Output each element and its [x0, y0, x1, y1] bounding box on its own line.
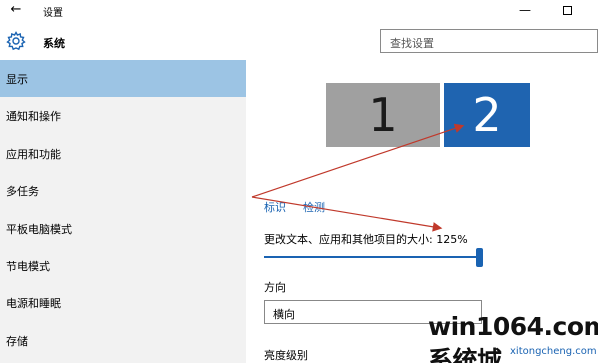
scale-slider-thumb[interactable] [476, 248, 483, 267]
page-title: 系统 [43, 37, 65, 50]
sidebar: 显示 通知和操作 应用和功能 多任务 平板电脑模式 节电模式 电源和睡眠 存储 [0, 60, 246, 363]
brightness-label: 亮度级别 [264, 349, 308, 362]
sidebar-item-storage[interactable]: 存储 [0, 322, 246, 359]
title-bar: ← 设置 — [0, 0, 598, 22]
app-header: 系统 查找设置 [0, 22, 598, 60]
sidebar-item-label: 应用和功能 [6, 148, 61, 161]
orientation-label: 方向 [264, 281, 286, 294]
sidebar-item-label: 存储 [6, 335, 28, 348]
scale-slider-track[interactable] [264, 256, 482, 258]
maximize-button[interactable] [550, 0, 584, 22]
scale-label: 更改文本、应用和其他项目的大小: 125% [264, 233, 468, 246]
sidebar-item-label: 节电模式 [6, 260, 50, 273]
sidebar-item-notifications[interactable]: 通知和操作 [0, 97, 246, 134]
orientation-value: 横向 [273, 308, 295, 321]
sidebar-item-label: 显示 [6, 73, 28, 86]
sidebar-item-battery-saver[interactable]: 节电模式 [0, 247, 246, 284]
sidebar-item-power-sleep[interactable]: 电源和睡眠 [0, 284, 246, 321]
gear-icon [6, 31, 26, 51]
sidebar-item-label: 通知和操作 [6, 110, 61, 123]
minimize-button[interactable]: — [508, 0, 542, 22]
window-title: 设置 [43, 8, 63, 19]
sidebar-item-label: 电源和睡眠 [6, 297, 61, 310]
sidebar-item-label: 平板电脑模式 [6, 223, 72, 236]
sidebar-item-display[interactable]: 显示 [0, 60, 246, 97]
search-input[interactable]: 查找设置 [380, 29, 598, 53]
monitor-2-tile[interactable]: 2 [444, 83, 530, 147]
identify-link[interactable]: 标识 [264, 199, 286, 215]
detect-link[interactable]: 检测 [303, 199, 325, 215]
watermark: win1064.com 系统城 xitongcheng.com [428, 312, 598, 363]
watermark-sub: xitongcheng.com [510, 346, 597, 357]
sidebar-item-apps[interactable]: 应用和功能 [0, 135, 246, 172]
back-button[interactable]: ← [8, 2, 24, 18]
sidebar-item-tablet-mode[interactable]: 平板电脑模式 [0, 210, 246, 247]
maximize-icon [562, 6, 572, 15]
search-placeholder: 查找设置 [390, 37, 434, 50]
sidebar-item-multitasking[interactable]: 多任务 [0, 172, 246, 209]
monitor-1-tile[interactable]: 1 [326, 83, 440, 147]
sidebar-item-label: 多任务 [6, 185, 39, 198]
